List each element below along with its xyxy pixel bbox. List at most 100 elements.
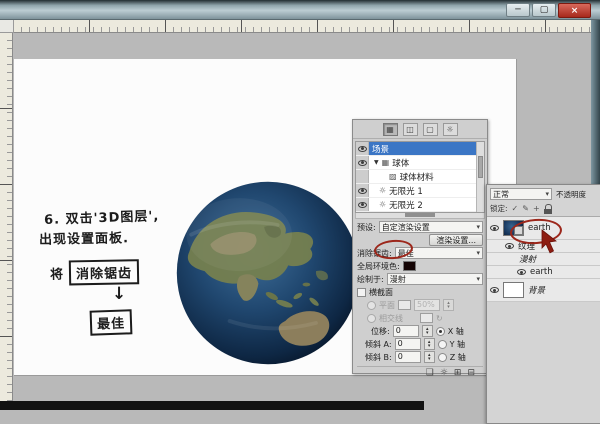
- offset-label: 位移:: [371, 326, 390, 337]
- plane-color-swatch[interactable]: [398, 300, 411, 310]
- tree-label: 场景: [372, 143, 389, 155]
- light-icon: ☼: [379, 200, 386, 209]
- filter-lights-icon[interactable]: ☼: [443, 123, 458, 136]
- lock-transparency-icon[interactable]: ✓: [512, 204, 519, 213]
- tree-label: 无限光 2: [389, 199, 423, 211]
- plane-label: 平面: [379, 300, 395, 311]
- render-settings-button[interactable]: 渲染设置...: [429, 234, 483, 246]
- ambient-color-swatch[interactable]: [403, 261, 416, 271]
- delete-item-icon[interactable]: ⊟: [467, 368, 475, 378]
- tree-vertical-scrollbar[interactable]: [476, 142, 484, 212]
- intersection-color-swatch[interactable]: [420, 313, 433, 323]
- visibility-eye-icon[interactable]: [505, 243, 514, 249]
- visibility-eye-icon[interactable]: [358, 160, 367, 166]
- rotate-icon[interactable]: ↻: [436, 314, 443, 323]
- visibility-eye-icon[interactable]: [517, 269, 526, 275]
- visibility-eye-icon[interactable]: [490, 225, 499, 231]
- tree-item-sphere-material[interactable]: ▨ 球体材料: [356, 170, 484, 184]
- tree-item-sphere[interactable]: ▼ ▦ 球体: [356, 156, 484, 170]
- visibility-eye-icon[interactable]: [358, 146, 367, 152]
- preset-dropdown[interactable]: 自定渲染设置 ▾: [379, 221, 483, 233]
- handwritten-boxed-best: 最佳: [90, 309, 133, 335]
- layer-name: 背景: [528, 284, 545, 296]
- lock-label: 锁定:: [490, 203, 508, 214]
- tree-item-infinite-light-1[interactable]: ☼ 无限光 1: [356, 184, 484, 198]
- toggle-lights-icon[interactable]: ☼: [440, 368, 448, 378]
- tree-item-infinite-light-2[interactable]: ☼ 无限光 2: [356, 198, 484, 212]
- photoshop-window: { "window": { "controls": { "minimize": …: [0, 0, 600, 410]
- tilt-a-input[interactable]: 0: [395, 338, 421, 350]
- tree-item-scene[interactable]: 场景: [356, 142, 484, 156]
- plane-radio[interactable]: [367, 301, 376, 310]
- z-axis-radio[interactable]: [438, 353, 447, 362]
- ambient-color-label: 全局环境色:: [357, 261, 400, 272]
- minimize-button[interactable]: ─: [506, 3, 530, 17]
- visibility-eye-icon[interactable]: [358, 202, 367, 208]
- plane-opacity-input[interactable]: 50%: [414, 299, 440, 311]
- paint-on-dropdown[interactable]: 漫射 ▾: [387, 273, 483, 285]
- 3d-render-controls: 预设: 自定渲染设置 ▾ 渲染设置... 消除锯齿: 最佳 ▾ 全局环境色: 绘…: [353, 219, 487, 379]
- light-icon: ☼: [379, 186, 386, 195]
- tilt-b-label: 倾斜 B:: [365, 352, 392, 363]
- chevron-down-icon: ▾: [476, 249, 480, 257]
- visibility-eye-icon[interactable]: [358, 188, 367, 194]
- z-axis-label: Z 轴: [450, 352, 466, 363]
- handwritten-note-line2: 出现设置面板.: [39, 227, 129, 248]
- lock-pixels-icon[interactable]: ✎: [522, 204, 529, 213]
- handwritten-down-arrow: ↓: [112, 284, 127, 304]
- 3d-panel-footer: ❏ ☼ ⊞ ⊟: [357, 366, 483, 379]
- layer-thumbnail-background[interactable]: [503, 282, 524, 298]
- preset-label: 预设:: [357, 222, 376, 233]
- intersection-radio[interactable]: [367, 314, 376, 323]
- chevron-down-icon: ▾: [476, 275, 480, 283]
- offset-stepper[interactable]: ▴▾: [422, 325, 433, 337]
- layer-row-background[interactable]: 背景: [487, 279, 600, 302]
- blend-mode-dropdown[interactable]: 正常 ▾: [490, 188, 552, 200]
- cross-section-checkbox[interactable]: [357, 288, 366, 297]
- tree-label: 球体材料: [400, 171, 434, 183]
- horizontal-ruler[interactable]: [14, 20, 597, 33]
- chevron-down-icon: ▾: [545, 190, 549, 198]
- cross-section-label: 横截面: [369, 287, 393, 298]
- intersection-label: 相交线: [379, 313, 403, 324]
- new-item-icon[interactable]: ⊞: [454, 368, 462, 378]
- filter-whole-scene-icon[interactable]: ▦: [383, 123, 398, 136]
- chevron-down-icon: ▾: [476, 223, 480, 231]
- 3d-panel: ▦ ◫ ▢ ☼ 场景 ▼ ▦ 球体 ▨ 球体材料 ☼: [352, 119, 488, 374]
- y-axis-radio[interactable]: [438, 340, 447, 349]
- toggle-ground-plane-icon[interactable]: ❏: [426, 368, 434, 378]
- red-cursor-arrow-icon: [540, 229, 560, 255]
- x-axis-radio[interactable]: [436, 327, 445, 336]
- offset-input[interactable]: 0: [393, 325, 419, 337]
- visibility-eye-icon[interactable]: [490, 287, 499, 293]
- ruler-corner: [0, 20, 14, 33]
- material-icon: ▨: [389, 172, 397, 181]
- vertical-ruler[interactable]: [0, 33, 13, 402]
- handwritten-note-line3: 将 消除锯齿: [50, 259, 139, 286]
- tilt-b-stepper[interactable]: ▴▾: [424, 351, 435, 363]
- blend-mode-row: 正常 ▾ 不透明度: [487, 185, 600, 202]
- maximize-button[interactable]: ▢: [532, 3, 556, 17]
- 3d-scene-tree: 场景 ▼ ▦ 球体 ▨ 球体材料 ☼ 无限光 1: [355, 141, 485, 213]
- x-axis-label: X 轴: [448, 326, 464, 337]
- plane-opacity-stepper[interactable]: ▴▾: [443, 299, 454, 311]
- lock-position-icon[interactable]: +: [533, 204, 540, 213]
- expander-icon[interactable]: ▼: [374, 159, 379, 166]
- lock-all-icon[interactable]: [544, 204, 552, 214]
- y-axis-label: Y 轴: [450, 339, 465, 350]
- handwritten-boxed-antialias: 消除锯齿: [69, 259, 139, 285]
- earth-globe-image: [172, 177, 364, 369]
- close-button[interactable]: ×: [558, 3, 591, 18]
- tilt-b-input[interactable]: 0: [395, 351, 421, 363]
- tree-label: 无限光 1: [389, 185, 423, 197]
- mesh-icon: ▦: [382, 158, 390, 167]
- layer-row-earth-texture[interactable]: earth: [487, 266, 600, 279]
- tilt-a-stepper[interactable]: ▴▾: [424, 338, 435, 350]
- tree-label: 球体: [392, 157, 409, 169]
- layer-name: 漫射: [519, 253, 536, 265]
- filter-meshes-icon[interactable]: ◫: [403, 123, 418, 136]
- tree-horizontal-scrollbar[interactable]: [355, 213, 485, 219]
- paint-on-label: 绘制于:: [357, 274, 384, 285]
- title-bar: ─ ▢ ×: [0, 0, 600, 20]
- filter-materials-icon[interactable]: ▢: [423, 123, 438, 136]
